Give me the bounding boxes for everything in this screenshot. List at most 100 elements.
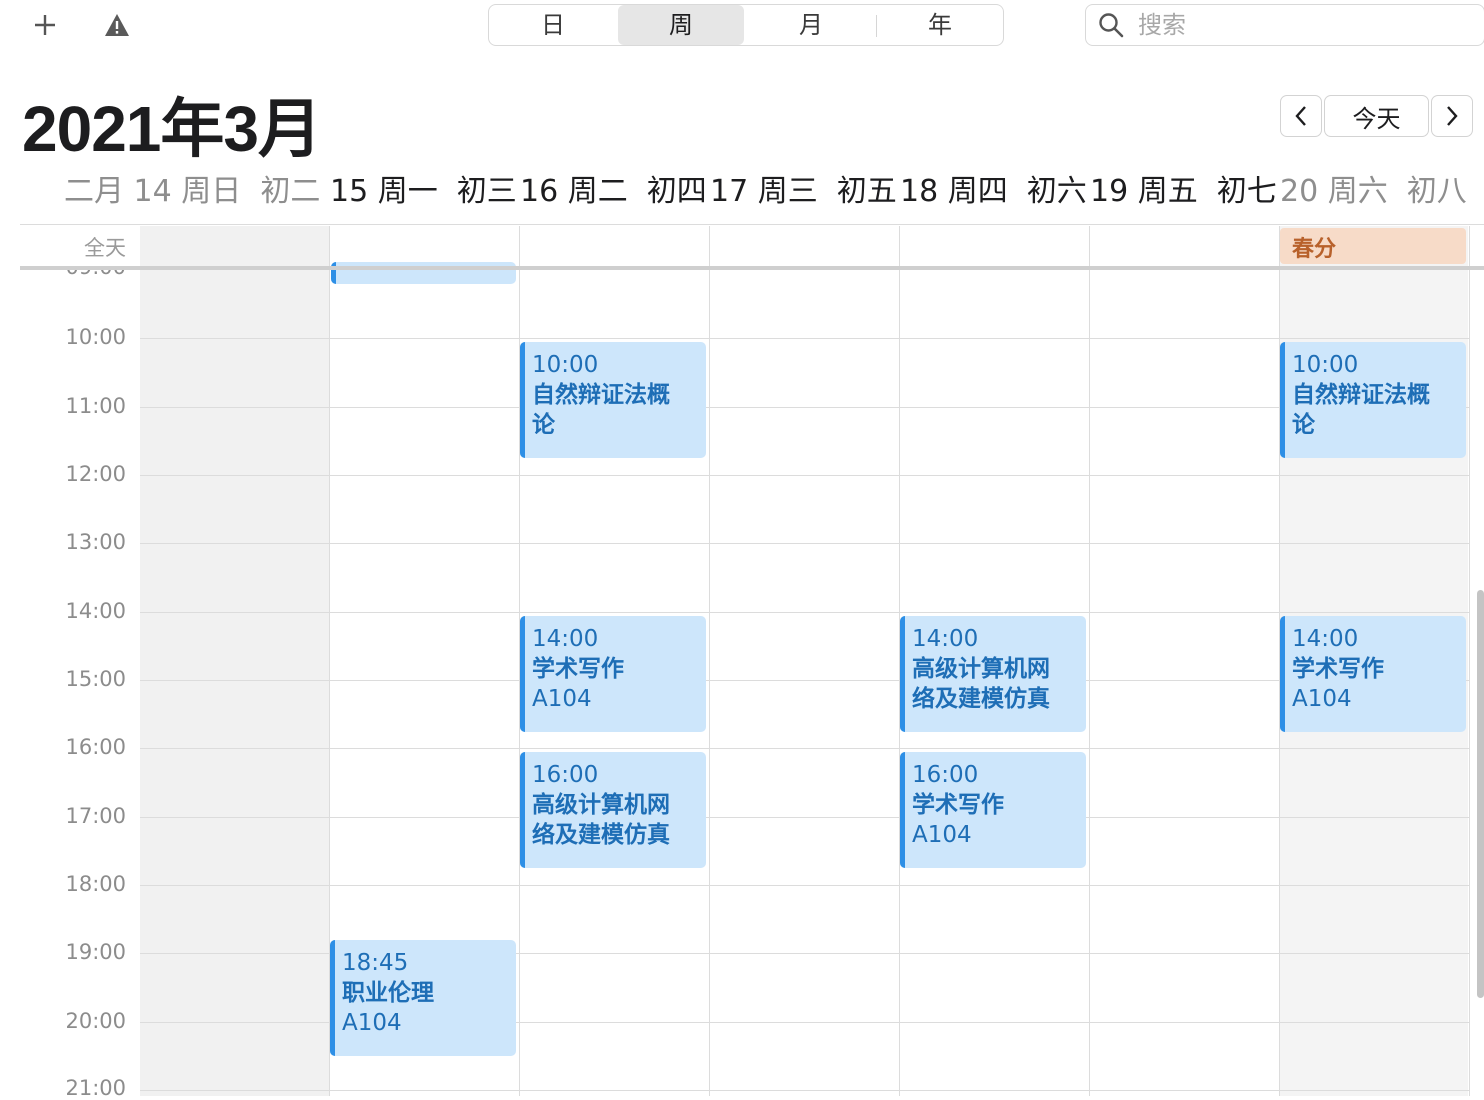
event-color-bar — [520, 752, 525, 868]
day-lunar: 初四 — [646, 174, 707, 209]
allday-label: 全天 — [84, 236, 126, 260]
alert-button[interactable] — [99, 6, 135, 44]
event-color-bar — [520, 616, 525, 732]
hour-line — [140, 748, 1470, 749]
chevron-left-icon — [1295, 106, 1306, 126]
hour-line — [140, 1090, 1470, 1091]
today-label: 今天 — [1352, 104, 1401, 133]
event-block[interactable]: 10:00 自然辩证法概论 — [1280, 342, 1466, 458]
day-header-tue[interactable]: 16 周二 初四 — [520, 170, 710, 214]
allday-divider[interactable] — [20, 266, 1484, 270]
time-label: 18:00 — [65, 872, 126, 896]
day-date: 18 周四 — [900, 174, 1008, 209]
event-time: 16:00 — [912, 762, 979, 788]
day-header-thu[interactable]: 18 周四 初六 — [900, 170, 1090, 214]
day-lunar: 初六 — [1026, 174, 1087, 209]
time-label: 14:00 — [65, 599, 126, 623]
time-label: 21:00 — [65, 1076, 126, 1100]
event-block[interactable]: 14:00 学术写作 A104 — [1280, 616, 1466, 732]
sunday-column[interactable] — [140, 226, 329, 1096]
view-switcher: 日 周 月 年 — [488, 4, 1004, 46]
event-block[interactable]: 14:00 学术写作 A104 — [520, 616, 706, 732]
search-field[interactable]: 搜索 — [1085, 4, 1484, 46]
event-color-bar — [520, 342, 525, 458]
time-label: 17:00 — [65, 804, 126, 828]
event-time: 14:00 — [912, 626, 979, 652]
event-block[interactable]: 16:00 学术写作 A104 — [900, 752, 1086, 868]
event-time: 18:45 — [342, 950, 409, 976]
today-button[interactable]: 今天 — [1324, 95, 1429, 137]
time-label: 13:00 — [65, 530, 126, 554]
event-block[interactable]: 18:45 职业伦理 A104 — [330, 940, 516, 1056]
day-lunar: 初五 — [836, 174, 897, 209]
view-month-tab[interactable]: 月 — [747, 5, 875, 45]
day-header-wed[interactable]: 17 周三 初五 — [710, 170, 900, 214]
event-location: A104 — [342, 1010, 402, 1036]
day-header-sat[interactable]: 20 周六 初八 — [1280, 170, 1470, 214]
event-color-bar — [1280, 342, 1285, 458]
event-time: 14:00 — [1292, 626, 1359, 652]
event-time: 14:00 — [532, 626, 599, 652]
event-block[interactable]: 14:00 高级计算机网络及建模仿真 — [900, 616, 1086, 732]
hour-line — [140, 475, 1470, 476]
column-divider — [1089, 226, 1090, 1096]
hour-line — [140, 338, 1470, 339]
day-date: 20 周六 — [1280, 174, 1388, 209]
time-label: 16:00 — [65, 735, 126, 759]
plus-icon — [35, 15, 55, 35]
page-title: 2021年3月 — [22, 93, 322, 165]
event-location: A104 — [1292, 686, 1352, 712]
search-input[interactable]: 搜索 — [1138, 5, 1186, 45]
day-header-fri[interactable]: 19 周五 初七 — [1090, 170, 1280, 214]
time-label: 12:00 — [65, 462, 126, 486]
day-header-mon[interactable]: 15 周一 初三 — [330, 170, 520, 214]
event-time: 10:00 — [1292, 352, 1359, 378]
event-block[interactable]: 10:00 自然辩证法概论 — [520, 342, 706, 458]
event-time: 16:00 — [532, 762, 599, 788]
column-divider — [1469, 226, 1470, 1096]
day-lunar: 初八 — [1406, 174, 1467, 209]
hour-line — [140, 817, 1470, 818]
event-color-bar — [330, 940, 335, 1056]
vertical-scrollbar[interactable] — [1477, 590, 1484, 998]
day-lunar: 初七 — [1216, 174, 1277, 209]
event-title: 职业伦理 — [342, 980, 434, 1006]
hour-line — [140, 407, 1470, 408]
day-header-sun[interactable]: 二月 14 周日 初二 — [64, 170, 320, 214]
view-week-tab[interactable]: 周 — [618, 5, 744, 45]
event-title: 高级计算机网络及建模仿真 — [532, 792, 670, 848]
event-title: 高级计算机网络及建模仿真 — [912, 656, 1050, 712]
prev-week-button[interactable] — [1280, 95, 1322, 137]
holiday-event[interactable]: 春分 — [1280, 228, 1466, 264]
event-title: 自然辩证法概论 — [532, 382, 670, 438]
event-title: 学术写作 — [912, 792, 1004, 818]
day-lunar: 初三 — [456, 174, 517, 209]
day-date: 19 周五 — [1090, 174, 1198, 209]
time-label: 20:00 — [65, 1009, 126, 1033]
search-icon — [1099, 13, 1124, 38]
view-year-tab[interactable]: 年 — [877, 5, 1003, 45]
next-week-button[interactable] — [1431, 95, 1473, 137]
day-date: 二月 14 周日 — [64, 174, 242, 209]
view-day-tab[interactable]: 日 — [489, 5, 617, 45]
time-label: 11:00 — [65, 394, 126, 418]
add-event-button[interactable] — [27, 6, 63, 44]
day-date: 17 周三 — [710, 174, 818, 209]
chevron-right-icon — [1447, 106, 1458, 126]
time-label: 19:00 — [65, 940, 126, 964]
event-time: 10:00 — [532, 352, 599, 378]
header-divider — [20, 224, 1484, 225]
event-color-bar — [900, 616, 905, 732]
hour-line — [140, 543, 1470, 544]
event-block[interactable]: 16:00 高级计算机网络及建模仿真 — [520, 752, 706, 868]
hour-line — [140, 885, 1470, 886]
time-label: 15:00 — [65, 667, 126, 691]
day-lunar: 初二 — [260, 174, 321, 209]
event-title: 自然辩证法概论 — [1292, 382, 1430, 438]
event-title: 学术写作 — [1292, 656, 1384, 682]
event-title: 学术写作 — [532, 656, 624, 682]
event-location: A104 — [912, 822, 972, 848]
hour-line — [140, 680, 1470, 681]
hour-line — [140, 612, 1470, 613]
event-color-bar — [900, 752, 905, 868]
